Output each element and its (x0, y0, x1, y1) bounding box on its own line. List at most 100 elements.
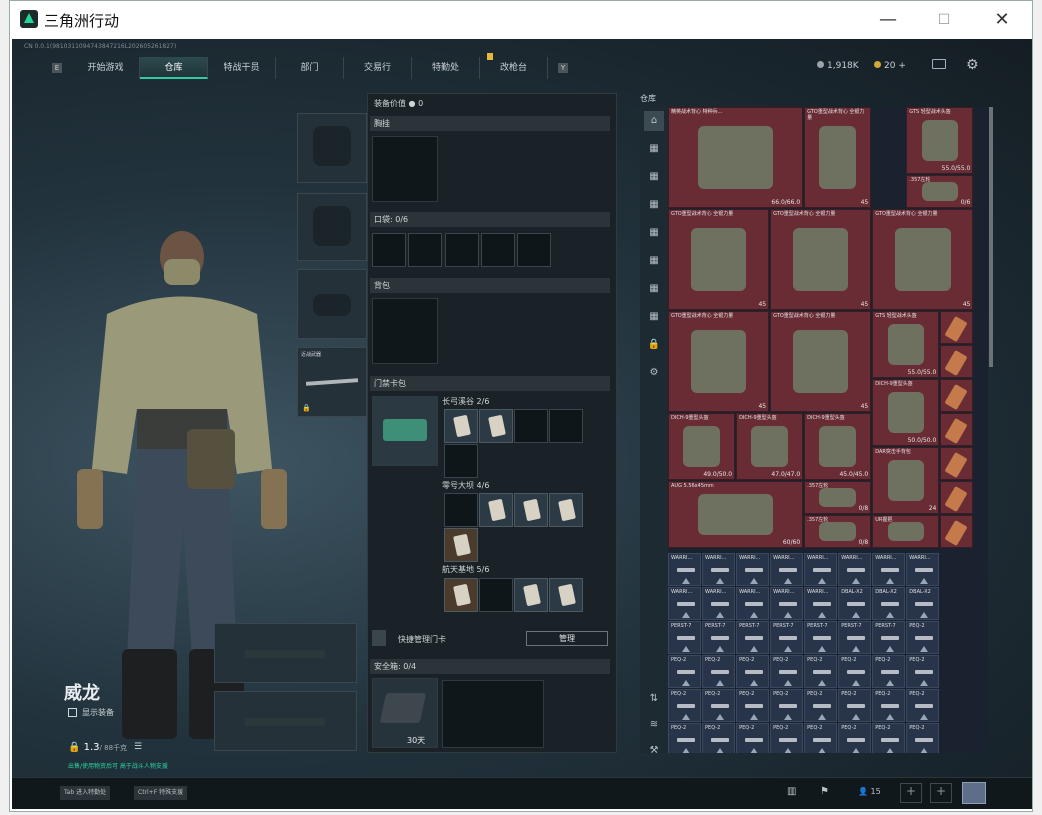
tab-special-ops[interactable]: 特勤处 (412, 57, 480, 79)
stash-ammo-item[interactable] (940, 379, 974, 412)
keycard-item[interactable] (514, 493, 548, 527)
stash-item[interactable]: DICH-9重型头盔 49.0/50.0 (668, 413, 736, 480)
stash-attachment-item[interactable]: PEQ-2 (906, 723, 940, 753)
stash-item[interactable]: GTO重型战术背心 全银力量 45 (668, 209, 770, 310)
stash-item[interactable]: GTO重型战术背心 全银力量 45 (770, 311, 872, 412)
stash-attachment-item[interactable]: PEQ-2 (838, 723, 872, 753)
player-avatar[interactable] (962, 782, 986, 804)
tab-warehouse[interactable]: 仓库 (140, 57, 208, 79)
stash-scrollbar[interactable] (989, 107, 993, 367)
stash-ammo-item[interactable] (940, 311, 974, 344)
stash-attachment-item[interactable]: PEQ-2 (872, 689, 906, 722)
add-squad-slot-button[interactable]: + (930, 783, 952, 803)
stash-attachment-item[interactable]: DBAL-X2 (838, 587, 872, 620)
stash-item[interactable]: GTO重型战术背心 全银力量 45 (872, 209, 974, 310)
stash-attachment-item[interactable]: PEQ-2 (702, 655, 736, 688)
stash-attachment-item[interactable]: PEQ-2 (872, 723, 906, 753)
stash-ammo-item[interactable] (940, 447, 974, 480)
safe-box-slot[interactable]: 30天 (372, 678, 438, 748)
stash-attachment-item[interactable]: DBAL-X2 (906, 587, 940, 620)
stash-item[interactable]: DICH-9重型头盔 47.0/47.0 (736, 413, 804, 480)
stash-attachment-item[interactable]: PERST-7 (668, 621, 701, 654)
stash-item[interactable]: AUG 5.56x45mm 60/60 (668, 481, 804, 548)
stash-tab-icon[interactable]: ▦ (644, 167, 664, 187)
stash-attachment-item[interactable]: WARRI... (668, 587, 701, 620)
stash-attachment-item[interactable]: WARRI... (770, 587, 804, 620)
minimize-button[interactable]: — (874, 7, 902, 33)
keycard-item[interactable] (549, 578, 583, 612)
stash-ammo-item[interactable] (940, 515, 974, 548)
stash-attachment-item[interactable]: PEQ-2 (668, 723, 701, 753)
keycard-item[interactable] (444, 528, 478, 562)
manage-keycards-button[interactable]: 管理 (526, 631, 608, 646)
stash-attachment-item[interactable]: WARRI... (736, 587, 770, 620)
stash-attachment-item[interactable]: PEQ-2 (906, 689, 940, 722)
tab-gunsmith[interactable]: 改枪台 (480, 57, 548, 79)
pocket-slot[interactable] (481, 233, 515, 267)
stash-item[interactable]: 精英战术背心 特种兵... 66.0/66.0 (668, 107, 804, 208)
pocket-slot[interactable] (445, 233, 479, 267)
secondary-weapon-slot[interactable] (214, 691, 357, 751)
flag-icon[interactable]: ⚑ (820, 786, 829, 797)
stash-attachment-item[interactable]: PEQ-2 (736, 689, 770, 722)
stash-attachment-item[interactable]: PEQ-2 (702, 723, 736, 753)
tab-key-hint[interactable]: Tab 进入特勤处 (60, 786, 111, 800)
stash-attachment-item[interactable]: PERST-7 (872, 621, 906, 654)
tab-department[interactable]: 部门 (276, 57, 344, 79)
stash-attachment-item[interactable]: PEQ-2 (838, 689, 872, 722)
mail-icon[interactable] (932, 59, 946, 69)
keycard-item[interactable] (444, 409, 478, 443)
primary-weapon-slot[interactable] (214, 623, 357, 683)
keycard-slot[interactable] (479, 578, 513, 612)
stash-attachment-item[interactable]: PERST-7 (804, 621, 838, 654)
nav-right-key[interactable]: Y (558, 63, 568, 73)
stash-attachment-item[interactable]: PEQ-2 (804, 655, 838, 688)
stash-item[interactable]: GTO重型战术背心 全银力量 45 (804, 107, 872, 208)
keycard-item[interactable] (549, 493, 583, 527)
stash-attachment-item[interactable]: PERST-7 (736, 621, 770, 654)
stash-item[interactable]: DICH-9重型头盔 45.0/45.0 (804, 413, 872, 480)
coin-balance[interactable]: 20 + (874, 61, 906, 71)
stash-attachment-item[interactable]: PEQ-2 (838, 655, 872, 688)
backpack-slot[interactable] (372, 298, 438, 364)
safe-box-grid[interactable] (442, 680, 544, 748)
keycard-item[interactable] (479, 409, 513, 443)
stash-attachment-item[interactable]: PEQ-2 (872, 655, 906, 688)
tab-start-game[interactable]: 开始游戏 (72, 57, 140, 79)
stash-attachment-item[interactable]: PEQ-2 (668, 689, 701, 722)
stash-attachment-item[interactable]: PEQ-2 (770, 689, 804, 722)
stash-attachment-item[interactable]: WARRI... (804, 587, 838, 620)
armor-slot[interactable] (297, 193, 367, 261)
stash-attachment-item[interactable]: WARRI... (702, 587, 736, 620)
stash-item[interactable]: DICH-9重型头盔 50.0/50.0 (872, 379, 940, 446)
stash-tab-icon[interactable]: ▦ (644, 251, 664, 271)
stash-attachment-item[interactable]: PEQ-2 (804, 689, 838, 722)
stash-attachment-item[interactable]: WARRI... (838, 553, 872, 586)
cleanup-icon[interactable]: ⚒ (644, 741, 664, 761)
stash-attachment-item[interactable]: WARRI... (770, 553, 804, 586)
settings-gear-icon[interactable]: ⚙ (644, 363, 664, 383)
pocket-slot[interactable] (517, 233, 551, 267)
pistol-slot[interactable] (297, 269, 367, 339)
keycard-slot[interactable] (549, 409, 583, 443)
stash-attachment-item[interactable]: WARRI... (906, 553, 940, 586)
lock-icon[interactable]: 🔒 (644, 335, 664, 355)
stash-grid[interactable]: 精英战术背心 特种兵... 66.0/66.0 GTO重型战术背心 全银力量 45 GT… (668, 107, 988, 753)
stash-attachment-item[interactable]: PEQ-2 (804, 723, 838, 753)
stash-attachment-item[interactable]: PEQ-2 (702, 689, 736, 722)
stats-icon[interactable]: ▥ (787, 786, 796, 797)
stash-attachment-item[interactable]: PEQ-2 (770, 655, 804, 688)
stash-tab-icon[interactable]: ▦ (644, 195, 664, 215)
stash-ammo-item[interactable] (940, 345, 974, 378)
stash-tab-icon[interactable]: ▦ (644, 139, 664, 159)
stash-item[interactable]: GTS 轻型战术头盔 55.0/55.0 (872, 311, 940, 378)
friends-count[interactable]: 👤 15 (858, 787, 881, 796)
stash-item[interactable]: DAR突击手背包 24 (872, 447, 940, 514)
stash-item[interactable]: .357左轮 0/8 (804, 481, 872, 514)
maximize-button[interactable]: ☐ (930, 7, 958, 33)
stash-all-icon[interactable]: ⌂ (644, 111, 664, 131)
stash-item[interactable]: .357左轮 0/8 (804, 515, 872, 548)
keycard-slot[interactable] (444, 444, 478, 478)
stash-item[interactable]: GTS 轻型战术头盔 55.0/55.0 (906, 107, 974, 174)
show-gear-checkbox[interactable] (68, 708, 77, 717)
